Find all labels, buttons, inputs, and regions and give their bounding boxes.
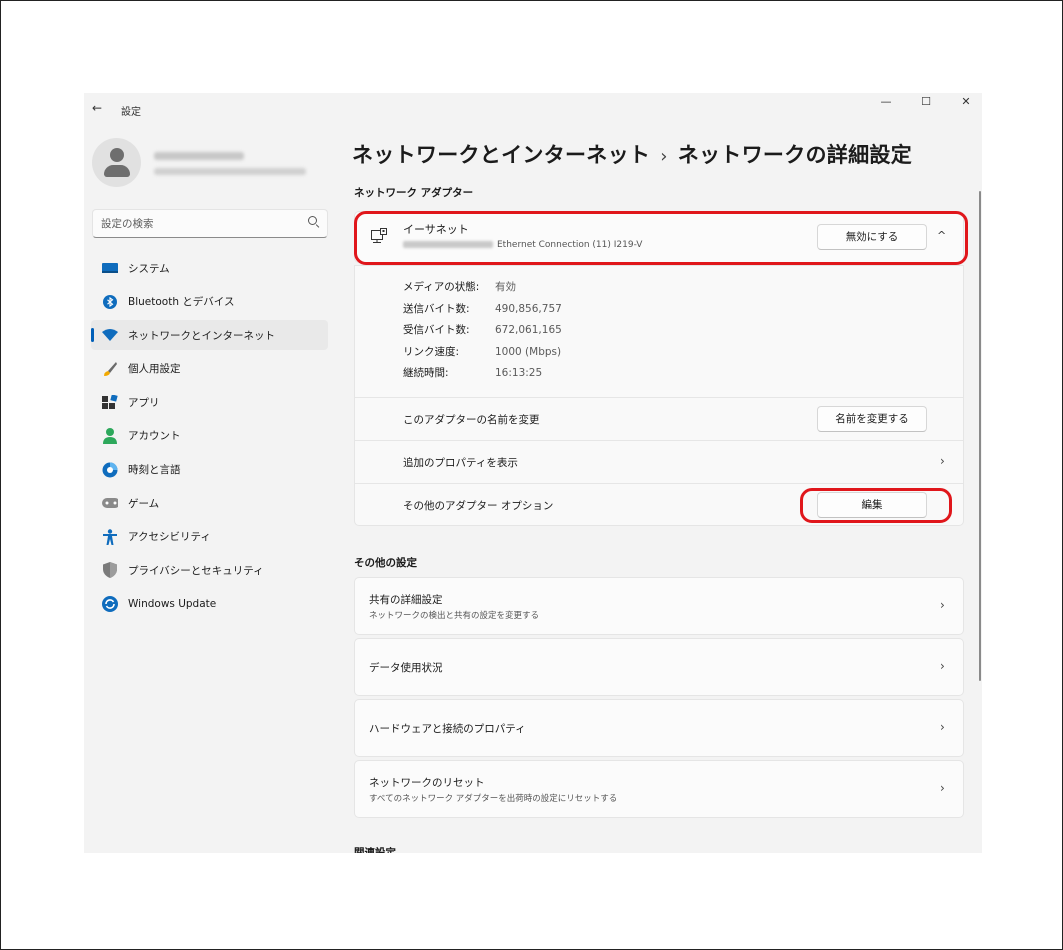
title-bar: ← 設定 — ☐ ✕ — [84, 93, 982, 125]
sidebar-item-label: Bluetooth とデバイス — [128, 296, 235, 309]
sidebar-item-label: Windows Update — [128, 597, 217, 610]
user-email-redacted — [154, 168, 306, 175]
data-usage-title: データ使用状況 — [369, 662, 443, 674]
sidebar-item-personalization[interactable]: 個人用設定 — [91, 354, 328, 384]
chevron-right-icon: › — [940, 598, 945, 612]
user-name-redacted — [154, 152, 244, 160]
maximize-button[interactable]: ☐ — [906, 95, 946, 115]
sidebar-item-label: ゲーム — [128, 497, 160, 510]
close-button[interactable]: ✕ — [946, 95, 982, 115]
advanced-sharing-title: 共有の詳細設定 — [369, 594, 443, 606]
ethernet-adapter-details: メディアの状態: 有効 送信バイト数: 490,856,757 受信バイト数: 672… — [354, 265, 964, 526]
search-input[interactable] — [101, 215, 301, 233]
property-link-speed: リンク速度: 1000 (Mbps) — [403, 345, 562, 358]
rename-adapter-label: このアダプターの名前を変更 — [403, 414, 540, 426]
sidebar-item-privacy[interactable]: プライバシーとセキュリティ — [91, 555, 328, 585]
chevron-right-icon: › — [940, 720, 945, 734]
hardware-connection-properties[interactable]: ハードウェアと接続のプロパティ › — [354, 699, 964, 757]
account-icon — [102, 427, 118, 444]
property-media-state: メディアの状態: 有効 — [403, 281, 516, 293]
breadcrumb-parent[interactable]: ネットワークとインターネット — [352, 143, 650, 167]
page-title: ネットワークとインターネット › ネットワークの詳細設定 — [352, 139, 912, 169]
data-usage[interactable]: データ使用状況 › — [354, 638, 964, 696]
rename-adapter-button[interactable]: 名前を変更する — [817, 406, 927, 432]
sidebar-item-network[interactable]: ネットワークとインターネット — [91, 320, 328, 351]
hardware-properties-title: ハードウェアと接続のプロパティ — [369, 723, 526, 735]
apps-icon — [102, 394, 118, 410]
settings-window: ← 設定 — ☐ ✕ システム Bluetooth とデバイス — [84, 93, 982, 853]
sidebar-item-label: プライバシーとセキュリティ — [128, 564, 264, 577]
avatar[interactable] — [92, 138, 141, 187]
highlight-edit-button — [800, 488, 952, 523]
avatar-body-icon — [104, 165, 130, 177]
highlight-ethernet-adapter — [354, 211, 968, 265]
sidebar-item-label: 個人用設定 — [128, 363, 181, 376]
app-title: 設定 — [121, 107, 141, 118]
sidebar-item-system[interactable]: システム — [91, 253, 328, 283]
related-settings-heading: 関連設定 — [354, 847, 396, 853]
settings-search[interactable] — [92, 209, 328, 238]
time-language-icon — [102, 462, 118, 478]
bluetooth-icon — [102, 294, 118, 310]
game-icon — [102, 495, 118, 511]
wifi-icon — [102, 327, 118, 343]
network-reset-desc: すべてのネットワーク アダプターを出荷時の設定にリセットする — [369, 794, 618, 804]
network-reset-title: ネットワークのリセット — [369, 777, 485, 789]
breadcrumb-separator-icon: › — [660, 146, 668, 167]
network-reset[interactable]: ネットワークのリセット すべてのネットワーク アダプターを出荷時の設定にリセット… — [354, 760, 964, 818]
shield-icon — [102, 562, 118, 579]
search-icon[interactable] — [308, 216, 317, 225]
rename-adapter-row: このアダプターの名前を変更 名前を変更する — [355, 397, 963, 440]
other-settings-heading: その他の設定 — [354, 557, 417, 569]
advanced-sharing-settings[interactable]: 共有の詳細設定 ネットワークの検出と共有の設定を変更する › — [354, 577, 964, 635]
property-bytes-sent: 送信バイト数: 490,856,757 — [403, 302, 562, 315]
breadcrumb-current: ネットワークの詳細設定 — [677, 143, 913, 167]
sidebar-item-label: アプリ — [128, 396, 160, 409]
sidebar-nav: システム Bluetooth とデバイス ネットワークとインターネット 個人用設… — [91, 253, 328, 623]
sidebar-item-bluetooth[interactable]: Bluetooth とデバイス — [91, 287, 328, 317]
sidebar-item-label: 時刻と言語 — [128, 464, 181, 477]
back-arrow-icon[interactable]: ← — [92, 101, 102, 115]
accessibility-icon — [102, 529, 118, 545]
property-duration: 継続時間: 16:13:25 — [403, 367, 543, 379]
system-icon — [102, 260, 118, 276]
avatar-head-icon — [110, 148, 124, 162]
sidebar-item-apps[interactable]: アプリ — [91, 387, 328, 417]
sidebar-item-label: ネットワークとインターネット — [128, 329, 275, 342]
sidebar-item-accounts[interactable]: アカウント — [91, 421, 328, 451]
more-adapter-options-label: その他のアダプター オプション — [403, 500, 554, 512]
advanced-sharing-desc: ネットワークの検出と共有の設定を変更する — [369, 611, 540, 621]
update-icon — [102, 595, 118, 612]
sidebar-item-accessibility[interactable]: アクセシビリティ — [91, 522, 328, 552]
view-properties-label: 追加のプロパティを表示 — [403, 457, 518, 469]
property-bytes-received: 受信バイト数: 672,061,165 — [403, 324, 562, 336]
sidebar-item-gaming[interactable]: ゲーム — [91, 488, 328, 518]
chevron-right-icon: › — [940, 781, 945, 795]
sidebar-item-label: アカウント — [128, 430, 181, 443]
view-properties-row[interactable]: 追加のプロパティを表示 › — [355, 440, 963, 483]
sidebar-item-windows-update[interactable]: Windows Update — [91, 589, 328, 619]
sidebar-item-label: システム — [128, 262, 170, 275]
scrollbar-thumb[interactable] — [979, 191, 981, 681]
chevron-right-icon: › — [940, 659, 945, 673]
sidebar-item-time-language[interactable]: 時刻と言語 — [91, 455, 328, 485]
sidebar-item-label: アクセシビリティ — [128, 531, 211, 544]
chevron-right-icon: › — [940, 454, 945, 468]
brush-icon — [102, 361, 118, 377]
minimize-button[interactable]: — — [866, 95, 906, 115]
adapters-section-heading: ネットワーク アダプター — [354, 187, 474, 199]
